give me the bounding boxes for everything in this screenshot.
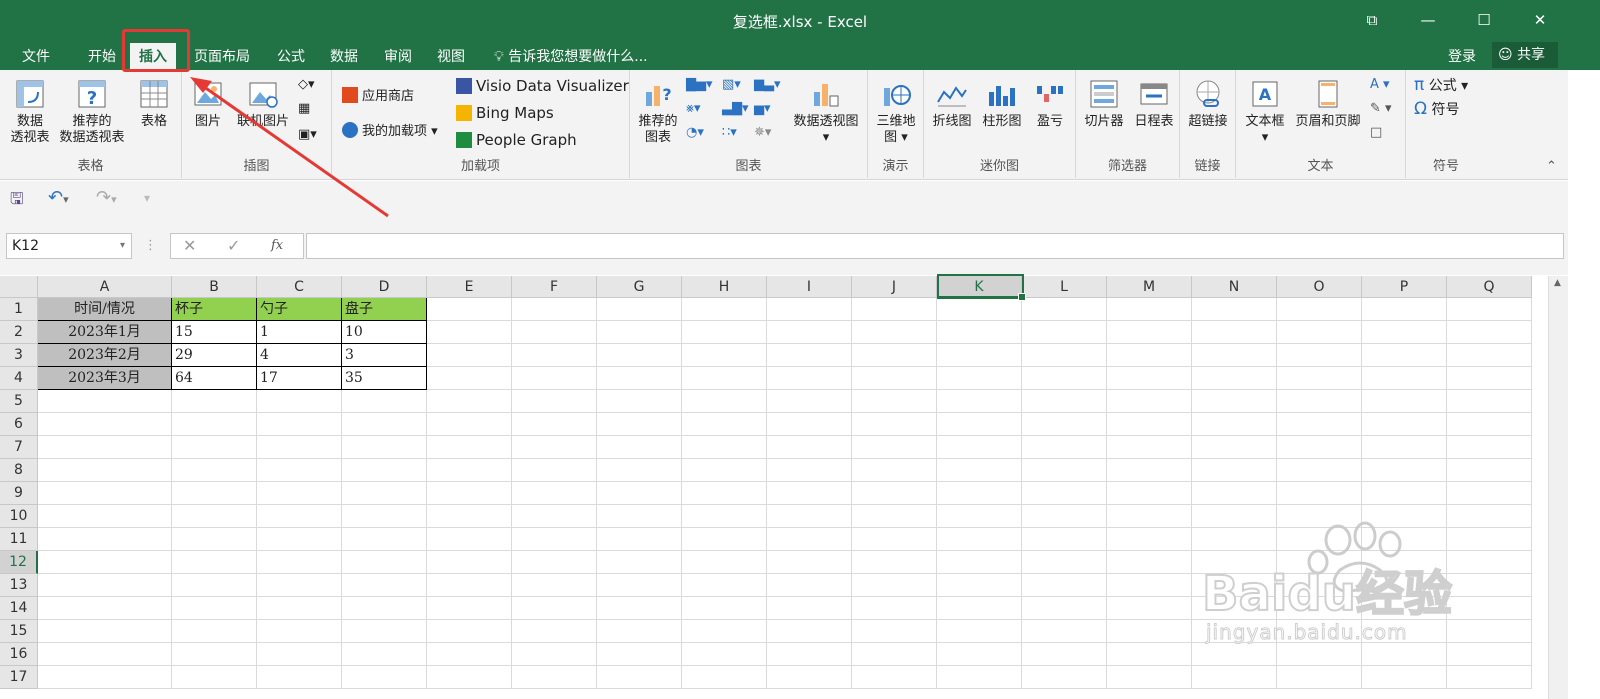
watermark-brand: Baidu经验: [1201, 565, 1453, 623]
watermark-url: jingyan.baidu.com: [1206, 620, 1408, 645]
baidu-watermark: Baidu经验 jingyan.baidu.com: [1200, 520, 1500, 670]
